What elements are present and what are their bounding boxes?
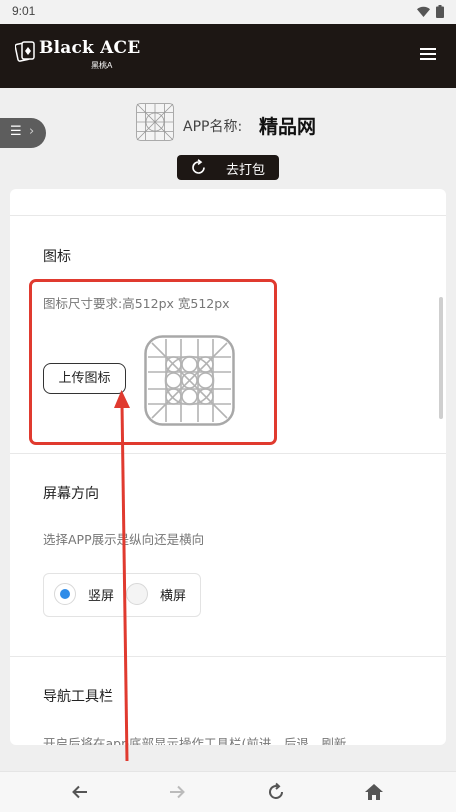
refresh-icon[interactable] — [266, 782, 286, 802]
back-arrow-icon[interactable] — [70, 782, 90, 802]
divider — [10, 656, 446, 657]
playing-cards-icon — [15, 41, 35, 62]
radio-unselected-icon — [126, 583, 148, 605]
battery-icon — [436, 5, 444, 18]
status-icons — [417, 5, 444, 18]
radio-selected-icon — [54, 583, 76, 605]
settings-card: 图标 图标尺寸要求:高512px 宽512px 上传图标 屏幕方向 选择APP展… — [10, 189, 446, 745]
app-name-value: 精品网 — [259, 116, 317, 138]
wifi-icon — [417, 6, 430, 17]
refresh-icon — [192, 159, 205, 174]
portrait-label: 竖屏 — [88, 589, 115, 604]
icon-size-requirement: 图标尺寸要求:高512px 宽512px — [43, 296, 230, 311]
nav-toolbar-section-title: 导航工具栏 — [43, 689, 113, 705]
orientation-description: 选择APP展示是纵向还是横向 — [43, 532, 205, 547]
orientation-radio-group: 竖屏 横屏 — [43, 573, 201, 617]
status-time: 9:01 — [12, 4, 36, 18]
home-icon[interactable] — [364, 782, 384, 802]
divider — [10, 453, 446, 454]
icon-placeholder-preview — [144, 335, 235, 426]
list-icon: ☰ — [10, 124, 22, 139]
bottom-nav-bar — [0, 771, 456, 812]
brand-subtitle: 黑桃A — [91, 61, 113, 70]
status-bar: 9:01 — [0, 0, 456, 24]
app-icon — [136, 103, 174, 141]
forward-arrow-icon[interactable] — [167, 782, 187, 802]
app-header: Black ACE 黑桃A — [0, 24, 456, 88]
app-name-label: APP名称: — [183, 119, 243, 135]
go-pack-label: 去打包 — [226, 163, 266, 178]
hamburger-menu-icon[interactable] — [420, 48, 436, 60]
go-pack-button[interactable]: 去打包 — [177, 155, 279, 180]
side-drawer-tab[interactable]: ☰ › — [0, 118, 46, 148]
orientation-section-title: 屏幕方向 — [43, 486, 99, 502]
upload-icon-button[interactable]: 上传图标 — [43, 363, 126, 394]
divider — [10, 215, 446, 216]
icon-section-title: 图标 — [43, 249, 71, 265]
nav-toolbar-description: 开启后将在app底部显示操作工具栏(前进、后退、刷新、 — [43, 736, 359, 745]
brand-name: Black ACE — [39, 38, 141, 58]
brand-logo[interactable]: Black ACE 黑桃A — [15, 38, 145, 74]
landscape-label: 横屏 — [160, 589, 187, 604]
chevron-right-icon: › — [29, 124, 35, 139]
scrollbar[interactable] — [439, 297, 443, 419]
